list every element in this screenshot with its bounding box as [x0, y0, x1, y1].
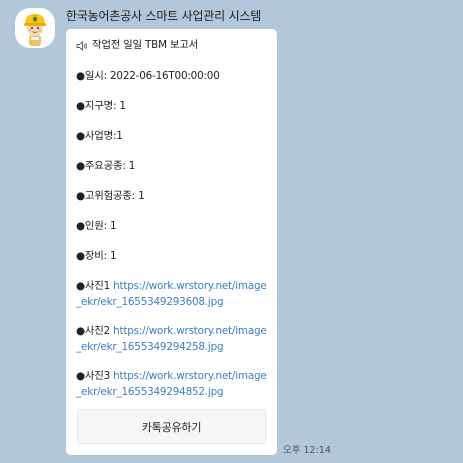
avatar[interactable] — [15, 8, 55, 48]
photo-item-2: ●사진2 https://work.wrstory.net/image_ekr/… — [76, 325, 267, 353]
field-main-work: ●주요공종: 1 — [76, 160, 136, 172]
kakao-share-button[interactable]: 카톡공유하기 — [77, 409, 266, 444]
message-bubble: 작업전 일일 TBM 보고서 ●일시: 2022-06-16T00:00:00 … — [66, 29, 277, 455]
message-time: 오후 12:14 — [283, 445, 331, 456]
sender-name: 한국농어촌공사 스마트 사업관리 시스템 — [66, 9, 262, 23]
field-high-risk-work: ●고위험공종: 1 — [76, 190, 145, 202]
photo-item-1: ●사진1 https://work.wrstory.net/image_ekr/… — [76, 280, 267, 308]
field-project: ●사업명:1 — [76, 130, 123, 142]
field-equipment: ●장비: 1 — [76, 250, 117, 262]
speaker-icon — [76, 40, 87, 51]
field-datetime: ●일시: 2022-06-16T00:00:00 — [76, 70, 220, 82]
message-title: 작업전 일일 TBM 보고서 — [92, 39, 199, 51]
message-title-row: 작업전 일일 TBM 보고서 — [76, 38, 268, 54]
construction-worker-icon — [24, 14, 46, 46]
field-district: ●지구명: 1 — [76, 100, 126, 112]
field-personnel: ●인원: 1 — [76, 220, 117, 232]
photo-item-3: ●사진3 https://work.wrstory.net/image_ekr/… — [76, 370, 267, 398]
